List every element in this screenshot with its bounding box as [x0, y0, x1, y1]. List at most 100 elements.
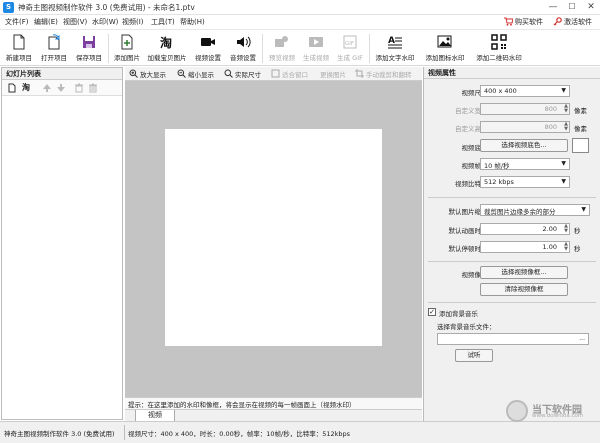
- preview-video-button[interactable]: 预览视频: [266, 32, 298, 65]
- delete-all-icon[interactable]: [88, 83, 98, 95]
- buy-software-link[interactable]: 购买软件: [515, 17, 543, 27]
- minimize-button[interactable]: —: [544, 0, 562, 14]
- gif-icon: GIF: [342, 34, 358, 50]
- custom-width-input[interactable]: 800 ▲ ▼: [480, 103, 570, 115]
- chevron-down-icon: ▼: [561, 178, 566, 185]
- title-bar: S 神奇主图视频制作软件 3.0 (免费试用) - 未命名1.ptv — ☐ ✕: [0, 0, 600, 15]
- video-size-select[interactable]: 400 x 400 ▼: [480, 85, 570, 97]
- crop-icon: [355, 69, 364, 80]
- generate-video-button[interactable]: 生成视频: [300, 32, 332, 65]
- select-frame-button[interactable]: 选择视频像框...: [480, 266, 568, 279]
- actual-size-icon: [224, 69, 233, 80]
- status-bar: 神奇主图视频制作软件 3.0 (免费试用) 视频尺寸：400 x 400，时长：…: [0, 421, 600, 443]
- preview-video-icon: [274, 34, 290, 50]
- anim-unit: 秒: [574, 227, 581, 235]
- chevron-down-icon: ▼: [561, 87, 566, 94]
- audio-icon: [235, 34, 251, 50]
- watermark-logo-icon: [506, 400, 528, 422]
- menu-edit[interactable]: 编辑(E): [34, 17, 58, 27]
- divider: [428, 261, 596, 262]
- status-divider: [124, 425, 125, 440]
- svg-text:淘: 淘: [160, 35, 172, 50]
- generate-gif-button[interactable]: GIF 生成 GIF: [334, 32, 366, 65]
- fit-window-icon: [271, 69, 280, 80]
- music-checkbox[interactable]: ✓: [428, 308, 436, 316]
- spinner-icon: ▲ ▼: [564, 103, 568, 114]
- divider: [428, 197, 596, 198]
- window-title: 神奇主图视频制作软件 3.0 (免费试用) - 未命名1.ptv: [18, 3, 195, 12]
- fit-window-button[interactable]: 适合窗口: [282, 69, 308, 79]
- move-down-icon[interactable]: [56, 83, 66, 95]
- music-file-input[interactable]: ...: [437, 333, 589, 345]
- slide-list-panel: 幻灯片列表 淘: [1, 67, 123, 420]
- select-bg-color-button[interactable]: 选择视频底色...: [480, 139, 568, 152]
- zoom-in-icon: [129, 69, 138, 80]
- pause-duration-input[interactable]: 1.00 ▲ ▼: [480, 241, 570, 253]
- fps-select[interactable]: 10 帧/秒 ▼: [480, 158, 570, 170]
- status-app-name: 神奇主图视频制作软件 3.0 (免费试用): [4, 430, 115, 438]
- maximize-button[interactable]: ☐: [563, 0, 581, 14]
- menu-tools[interactable]: 工具(T): [151, 17, 175, 27]
- key-icon: [553, 17, 562, 26]
- add-image-button[interactable]: 添加图片: [111, 32, 143, 65]
- add-text-watermark-button[interactable]: A 添加文字水印: [372, 32, 418, 65]
- new-slide-icon[interactable]: [7, 83, 17, 95]
- image-watermark-icon: [437, 34, 453, 50]
- move-up-icon[interactable]: [42, 83, 52, 95]
- watermark-url: www.downxia.com: [532, 413, 584, 419]
- spinner-icon: ▲ ▼: [564, 121, 568, 132]
- add-image-icon: [119, 34, 135, 50]
- chevron-down-icon: ▼: [561, 160, 566, 167]
- actual-size-button[interactable]: 实际尺寸: [235, 69, 261, 79]
- activate-software-link[interactable]: 激活软件: [564, 17, 592, 27]
- zoom-out-button[interactable]: 缩小显示: [188, 69, 214, 79]
- save-project-button[interactable]: 保存项目: [73, 32, 105, 65]
- save-icon: [81, 34, 97, 50]
- delete-icon[interactable]: [74, 83, 84, 95]
- audio-settings-button[interactable]: 音频设置: [227, 32, 259, 65]
- menu-view[interactable]: 视图(V): [63, 17, 87, 27]
- add-qrcode-watermark-button[interactable]: 添加二维码水印: [472, 32, 526, 65]
- open-project-button[interactable]: 打开项目: [38, 32, 70, 65]
- menu-watermark[interactable]: 水印(W): [92, 17, 118, 27]
- add-image-watermark-button[interactable]: 添加图标水印: [422, 32, 468, 65]
- slide-list-title: 幻灯片列表: [2, 68, 122, 80]
- video-canvas[interactable]: [165, 129, 382, 346]
- clear-frame-button[interactable]: 清除视频像框: [480, 283, 568, 296]
- toolbar-separator: [108, 34, 109, 63]
- spinner-icon: ▲ ▼: [564, 223, 568, 234]
- music-checkbox-label: 添加背景音乐: [439, 310, 478, 318]
- status-video-info: 视频尺寸：400 x 400，时长：0.00秒，帧率：10帧/秒，比特率：512…: [128, 430, 351, 438]
- canvas-area: [125, 81, 422, 397]
- slide-list-toolbar: 淘: [2, 80, 122, 96]
- custom-height-input[interactable]: 800 ▲ ▼: [480, 121, 570, 133]
- browse-button[interactable]: ...: [579, 335, 585, 342]
- crop-flip-button[interactable]: 手动裁剪和翻转: [366, 69, 412, 79]
- taobao-slide-icon[interactable]: 淘: [22, 82, 30, 93]
- replace-image-button[interactable]: 更换图片: [320, 69, 346, 79]
- menu-help[interactable]: 帮助(H): [180, 17, 205, 27]
- anim-duration-input[interactable]: 2.00 ▲ ▼: [480, 223, 570, 235]
- menu-file[interactable]: 文件(F): [5, 17, 29, 27]
- bitrate-select[interactable]: 512 kbps ▼: [480, 176, 570, 188]
- bg-color-swatch[interactable]: [572, 138, 589, 153]
- open-file-icon: [46, 34, 62, 50]
- zoom-out-icon: [177, 69, 186, 80]
- app-icon: S: [3, 2, 14, 13]
- canvas-toolbar: 放大显示 缩小显示 实际尺寸 适合窗口 更换图片 手动裁剪和翻转: [125, 67, 422, 81]
- load-taobao-image-button[interactable]: 淘 加载宝贝图片: [146, 32, 188, 65]
- video-properties-panel: 视频属性 视频尺寸： 400 x 400 ▼ 自定义宽度： 800 ▲ ▼ 像素 自定…: [423, 67, 600, 421]
- chevron-down-icon: ▼: [581, 206, 586, 213]
- music-file-label: 选择背景音乐文件：: [437, 323, 496, 331]
- menu-video[interactable]: 视频(I): [122, 17, 144, 27]
- tab-bar: 视频: [125, 409, 422, 422]
- image-scale-select[interactable]: 裁剪图片边缘多余的部分 ▼: [480, 204, 590, 216]
- zoom-in-button[interactable]: 放大显示: [140, 69, 166, 79]
- close-button[interactable]: ✕: [582, 0, 600, 14]
- menu-bar: 文件(F) 编辑(E) 视图(V) 水印(W) 视频(I) 工具(T) 帮助(H…: [0, 15, 600, 29]
- qrcode-icon: [491, 34, 507, 50]
- site-watermark: 当下软件园 www.downxia.com: [506, 400, 598, 422]
- new-project-button[interactable]: 新建项目: [3, 32, 35, 65]
- video-settings-button[interactable]: 视频设置: [192, 32, 224, 65]
- listen-button[interactable]: 试听: [455, 349, 493, 362]
